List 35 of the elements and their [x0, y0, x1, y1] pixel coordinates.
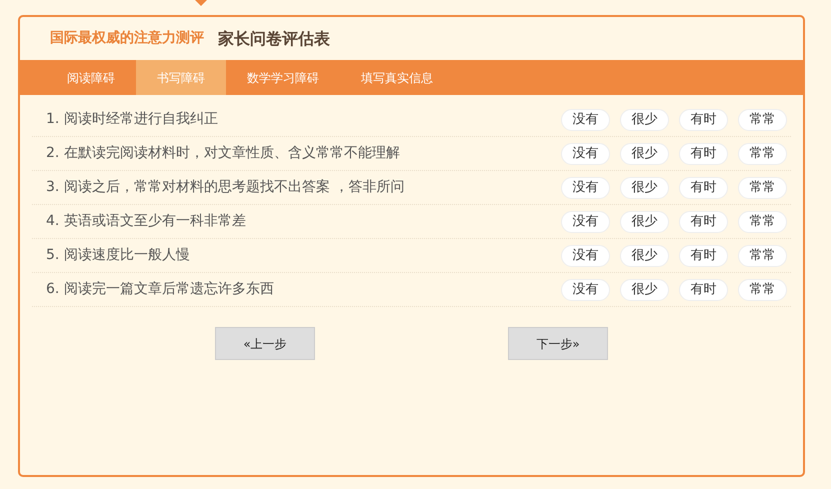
- answer-option[interactable]: 有时: [679, 210, 728, 232]
- answer-option[interactable]: 没有: [561, 108, 610, 130]
- answer-option[interactable]: 很少: [620, 142, 669, 164]
- answer-option[interactable]: 有时: [679, 244, 728, 266]
- page-title: 家长问卷评估表: [218, 28, 330, 50]
- answer-option[interactable]: 没有: [561, 176, 610, 198]
- answer-option[interactable]: 很少: [620, 176, 669, 198]
- answer-option[interactable]: 有时: [679, 142, 728, 164]
- answer-option[interactable]: 没有: [561, 142, 610, 164]
- answer-option[interactable]: 没有: [561, 210, 610, 232]
- answer-option[interactable]: 没有: [561, 278, 610, 300]
- answer-option[interactable]: 有时: [679, 176, 728, 198]
- brand-title: 国际最权威的注意力测评: [50, 28, 204, 48]
- answer-option[interactable]: 有时: [679, 108, 728, 130]
- answer-option[interactable]: 常常: [738, 244, 787, 266]
- answer-option[interactable]: 很少: [620, 278, 669, 300]
- answer-option[interactable]: 常常: [738, 210, 787, 232]
- question-text: 2. 在默读完阅读材料时，对文章性质、含义常常不能理解: [45, 144, 401, 163]
- question-text: 5. 阅读速度比一般人慢: [45, 246, 191, 265]
- pointer-icon: [195, 0, 207, 6]
- answer-option[interactable]: 很少: [620, 244, 669, 266]
- question-text: 6. 阅读完一篇文章后常遗忘许多东西: [45, 280, 275, 299]
- answer-option[interactable]: 常常: [738, 142, 787, 164]
- question-text: 3. 阅读之后，常常对材料的思考题找不出答案 ，答非所问: [45, 178, 406, 197]
- answer-option[interactable]: 有时: [679, 278, 728, 300]
- answer-option[interactable]: 常常: [738, 176, 787, 198]
- question-text: 4. 英语或语文至少有一科非常差: [45, 212, 247, 231]
- answer-option[interactable]: 很少: [620, 210, 669, 232]
- question-text: 1. 阅读时经常进行自我纠正: [45, 110, 219, 129]
- answer-option[interactable]: 没有: [561, 244, 610, 266]
- next-button[interactable]: 下一步»: [508, 327, 608, 360]
- previous-button[interactable]: «上一步: [215, 327, 315, 360]
- answer-option[interactable]: 常常: [738, 278, 787, 300]
- answer-option[interactable]: 很少: [620, 108, 669, 130]
- answer-option[interactable]: 常常: [738, 108, 787, 130]
